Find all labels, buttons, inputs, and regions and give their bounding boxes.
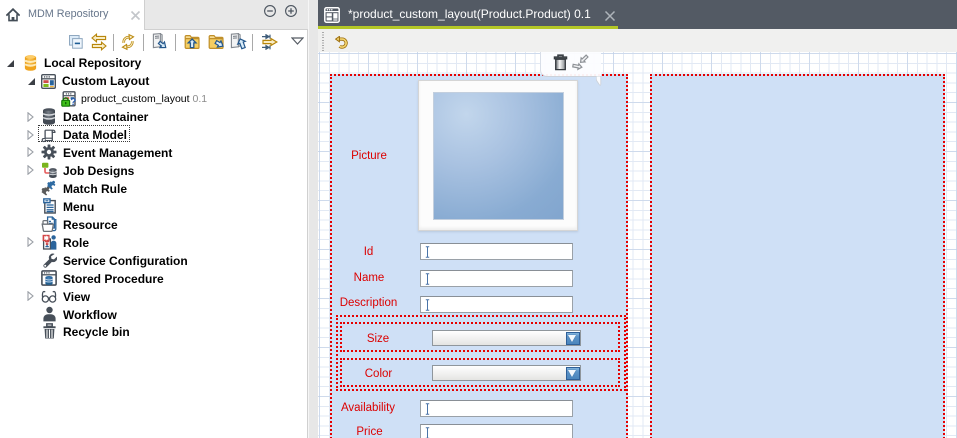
svg-text:?: ? — [70, 97, 76, 107]
